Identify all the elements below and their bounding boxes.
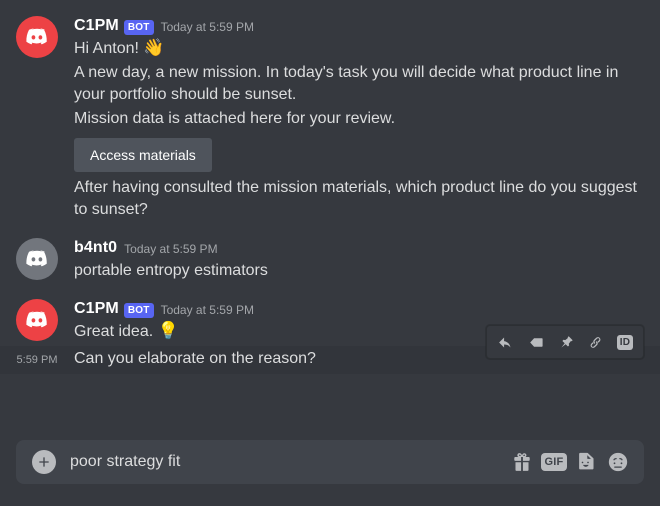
discord-logo-icon [26,250,47,267]
access-materials-button[interactable]: Access materials [74,138,212,172]
message-composer[interactable]: poor strategy fit GIF [16,440,644,484]
message-timestamp: Today at 5:59 PM [124,242,218,256]
discord-logo-icon [26,28,47,45]
gif-button[interactable]: GIF [538,446,570,478]
message-list[interactable]: C1PM BOT Today at 5:59 PM Hi Anton! 👋 A … [0,0,660,440]
message-header-row: C1PM BOT Today at 5:59 PM Hi Anton! 👋 A … [16,16,644,222]
message-group-user-1: b4nt0 Today at 5:59 PM portable entropy … [0,236,660,283]
avatar[interactable] [16,238,58,280]
plus-icon [39,457,49,467]
message-text: Great idea. [74,323,158,340]
waving-hand-emoji-icon: 👋 [143,38,165,57]
gift-button[interactable] [506,446,538,478]
message-text-line: A new day, a new mission. In today's tas… [74,64,623,103]
gif-label: GIF [540,453,568,471]
message-meta: b4nt0 Today at 5:59 PM [74,239,644,257]
copy-id-label: ID [616,334,634,350]
continuation-timestamp: 5:59 PM [16,354,58,366]
pin-button[interactable] [550,328,580,356]
message-text-line: Mission data is attached here for your r… [74,110,396,127]
message-text-line: portable entropy estimators [74,262,268,279]
sticker-icon [579,452,594,470]
light-bulb-emoji-icon: 💡 [157,321,179,340]
message-hover-toolbar[interactable]: ID [486,325,644,359]
message-body: b4nt0 Today at 5:59 PM portable entropy … [74,238,644,283]
message-text-line: After having consulted the mission mater… [74,179,642,218]
tag-button[interactable] [520,328,550,356]
pin-icon [560,335,573,347]
message-header-row: b4nt0 Today at 5:59 PM portable entropy … [16,238,644,283]
composer-area: poor strategy fit GIF [0,440,660,506]
message-author[interactable]: C1PM [74,300,119,318]
message-input[interactable]: poor strategy fit [70,441,506,483]
emoji-icon [608,452,628,472]
message-text: Hi Anton! [74,40,144,57]
message-body: C1PM BOT Today at 5:59 PM Hi Anton! 👋 A … [74,16,644,222]
message-meta: C1PM BOT Today at 5:59 PM [74,17,644,35]
discord-logo-icon [26,311,47,328]
discord-app-window: C1PM BOT Today at 5:59 PM Hi Anton! 👋 A … [0,0,660,506]
message-author[interactable]: C1PM [74,17,119,35]
message-text-line: Hi Anton! 👋 [74,37,644,61]
copy-id-button[interactable]: ID [610,328,640,356]
message-meta: C1PM BOT Today at 5:59 PM [74,300,644,318]
link-icon [590,336,600,348]
emoji-button[interactable] [602,446,634,478]
gift-icon [514,453,530,471]
sticker-button[interactable] [570,446,602,478]
bot-badge: BOT [123,302,154,318]
reply-button[interactable] [490,328,520,356]
bot-badge: BOT [123,19,154,35]
reply-icon [498,337,510,347]
message-group-bot-2: ID C1PM BOT Today at 5:59 PM Great idea.… [0,297,660,374]
avatar[interactable] [16,299,58,341]
add-attachment-button[interactable] [32,450,56,474]
tag-icon [529,337,543,347]
message-timestamp: Today at 5:59 PM [160,303,254,317]
message-group-bot-1: C1PM BOT Today at 5:59 PM Hi Anton! 👋 A … [0,14,660,222]
composer-icon-group: GIF [506,446,634,478]
message-timestamp: Today at 5:59 PM [160,20,254,34]
avatar[interactable] [16,16,58,58]
copy-link-button[interactable] [580,328,610,356]
message-components: Access materials [74,138,644,172]
message-author[interactable]: b4nt0 [74,239,117,257]
